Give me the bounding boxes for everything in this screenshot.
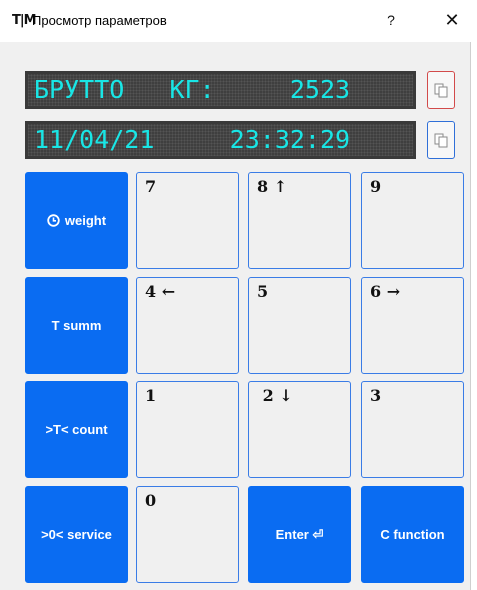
copy-icon (434, 83, 448, 98)
parameters-window: T|M Просмотр параметров ? ✕ БРУТТО КГ: 2… (0, 0, 471, 590)
key-8-up[interactable]: 8 ↑ (248, 172, 351, 269)
close-button[interactable]: ✕ (441, 10, 463, 30)
key-2-label: 2 ↓ (257, 386, 293, 405)
t-count-label: >T< count (45, 422, 108, 437)
key-3[interactable]: 3 (361, 381, 464, 478)
weight-display: БРУТТО КГ: 2523 (25, 71, 416, 109)
key-8-label: 8 ↑ (257, 177, 288, 196)
service-label: >0< service (41, 527, 112, 542)
key-0[interactable]: 0 (136, 486, 239, 583)
help-button[interactable]: ? (381, 10, 401, 30)
key-7[interactable]: 7 (136, 172, 239, 269)
t-summ-label: T summ (51, 318, 102, 333)
enter-label: Enter ⏎ (275, 526, 324, 542)
key-5-label: 5 (257, 282, 269, 301)
title-bar: T|M Просмотр параметров ? ✕ (0, 0, 471, 42)
key-7-label: 7 (145, 177, 157, 196)
key-1-label: 1 (145, 386, 157, 405)
datetime-display: 11/04/21 23:32:29 (25, 121, 416, 159)
key-9[interactable]: 9 (361, 172, 464, 269)
clock-icon (47, 214, 60, 227)
enter-button[interactable]: Enter ⏎ (248, 486, 351, 583)
key-2-down[interactable]: 2 ↓ (248, 381, 351, 478)
c-function-label: C function (380, 527, 445, 542)
copy-datetime-button[interactable] (427, 121, 455, 159)
key-4-left[interactable]: 4 ← (136, 277, 239, 374)
weight-button-label: weight (64, 213, 107, 228)
key-4-label: 4 ← (145, 282, 176, 301)
weight-button[interactable]: weight (25, 172, 128, 269)
t-summ-button[interactable]: T summ (25, 277, 128, 374)
key-6-right[interactable]: 6 → (361, 277, 464, 374)
key-9-label: 9 (370, 177, 382, 196)
service-button[interactable]: >0< service (25, 486, 128, 583)
copy-weight-button[interactable] (427, 71, 455, 109)
key-0-label: 0 (145, 491, 157, 510)
key-5[interactable]: 5 (248, 277, 351, 374)
window-title: Просмотр параметров (32, 13, 167, 28)
copy-icon (434, 133, 448, 148)
key-1[interactable]: 1 (136, 381, 239, 478)
key-6-label: 6 → (370, 282, 401, 301)
key-3-label: 3 (370, 386, 382, 405)
c-function-button[interactable]: C function (361, 486, 464, 583)
t-count-button[interactable]: >T< count (25, 381, 128, 478)
